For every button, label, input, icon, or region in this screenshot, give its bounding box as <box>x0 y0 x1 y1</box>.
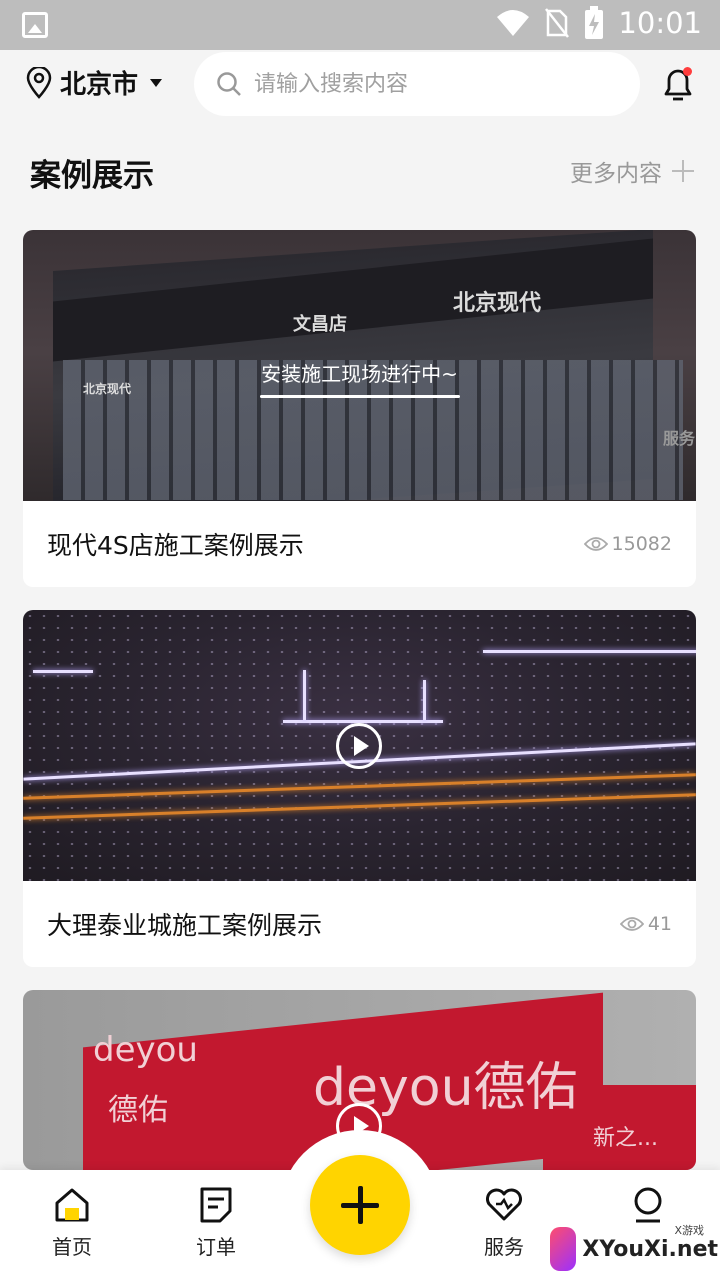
notification-dot <box>683 67 692 76</box>
case-thumbnail[interactable] <box>23 610 696 881</box>
image-notification-icon <box>22 12 48 38</box>
status-time: 10:01 <box>618 6 702 40</box>
nav-service-label: 服务 <box>484 1235 524 1259</box>
nav-orders[interactable]: 订单 <box>176 1185 256 1260</box>
card-info: 现代4S店施工案例展示 15082 <box>23 501 696 587</box>
eye-icon <box>619 917 644 931</box>
battery-charging-icon <box>585 6 604 39</box>
section-title: 案例展示 <box>30 158 154 194</box>
caption-underline <box>259 395 460 398</box>
watermark-small-text: X游戏 <box>674 1224 704 1237</box>
add-button[interactable] <box>310 1155 410 1255</box>
top-header: 北京市 <box>0 50 720 118</box>
city-selector[interactable]: 北京市 <box>26 64 163 101</box>
view-count-value: 15082 <box>611 533 672 555</box>
plus-icon <box>341 1186 379 1224</box>
nav-home[interactable]: 首页 <box>32 1185 112 1260</box>
eye-icon <box>583 537 608 551</box>
sign-text: 德佑 <box>108 1093 168 1128</box>
search-icon <box>217 72 241 96</box>
sign-text: 北京现代 <box>453 291 542 316</box>
more-content-link[interactable]: 更多内容 <box>570 154 694 188</box>
profile-icon <box>634 1187 662 1223</box>
search-input[interactable] <box>254 71 614 97</box>
heart-icon <box>486 1188 522 1221</box>
card-info: 大理泰业城施工案例展示 41 <box>23 881 696 967</box>
card-title: 现代4S店施工案例展示 <box>47 531 304 560</box>
caret-down-icon <box>150 78 163 87</box>
view-count: 15082 <box>583 533 672 555</box>
case-thumbnail[interactable]: 文昌店 北京现代 北京现代 服务 安装施工现场进行中~ <box>23 230 696 501</box>
status-icons: 10:01 <box>496 6 702 40</box>
search-bar[interactable] <box>194 52 640 116</box>
plus-icon <box>672 160 694 182</box>
play-button[interactable] <box>336 723 382 769</box>
nav-profile[interactable] <box>608 1185 688 1225</box>
no-sim-icon <box>545 8 570 38</box>
case-card[interactable]: 大理泰业城施工案例展示 41 <box>23 610 696 967</box>
order-icon <box>200 1187 232 1223</box>
status-bar: 10:01 <box>0 0 720 50</box>
caption-text: 安装施工现场进行中~ <box>261 362 458 386</box>
nav-service[interactable]: 服务 <box>464 1185 544 1260</box>
watermark: XYouXi.net X游戏 <box>550 1222 718 1276</box>
view-count-value: 41 <box>647 913 672 935</box>
sign-text: 服务 <box>663 429 696 448</box>
case-card[interactable]: 文昌店 北京现代 北京现代 服务 安装施工现场进行中~ 现代4S店施工案例展示 … <box>23 230 696 587</box>
more-content-label: 更多内容 <box>570 161 662 187</box>
sign-text: deyou <box>93 1030 198 1070</box>
sign-text: 新之... <box>593 1126 658 1151</box>
city-label: 北京市 <box>60 70 139 100</box>
wifi-icon <box>497 10 530 36</box>
sign-text: 文昌店 <box>293 314 347 335</box>
nav-home-label: 首页 <box>52 1235 92 1259</box>
home-icon <box>55 1188 89 1222</box>
view-count: 41 <box>619 913 672 935</box>
location-pin-icon <box>26 66 52 99</box>
watermark-text: XYouXi.net <box>582 1236 718 1262</box>
media-caption: 安装施工现场进行中~ <box>23 358 696 398</box>
bell-icon <box>664 69 692 101</box>
card-title: 大理泰业城施工案例展示 <box>47 911 323 940</box>
watermark-logo <box>550 1227 577 1271</box>
nav-orders-label: 订单 <box>196 1235 236 1259</box>
notification-bell-button[interactable] <box>658 64 698 104</box>
